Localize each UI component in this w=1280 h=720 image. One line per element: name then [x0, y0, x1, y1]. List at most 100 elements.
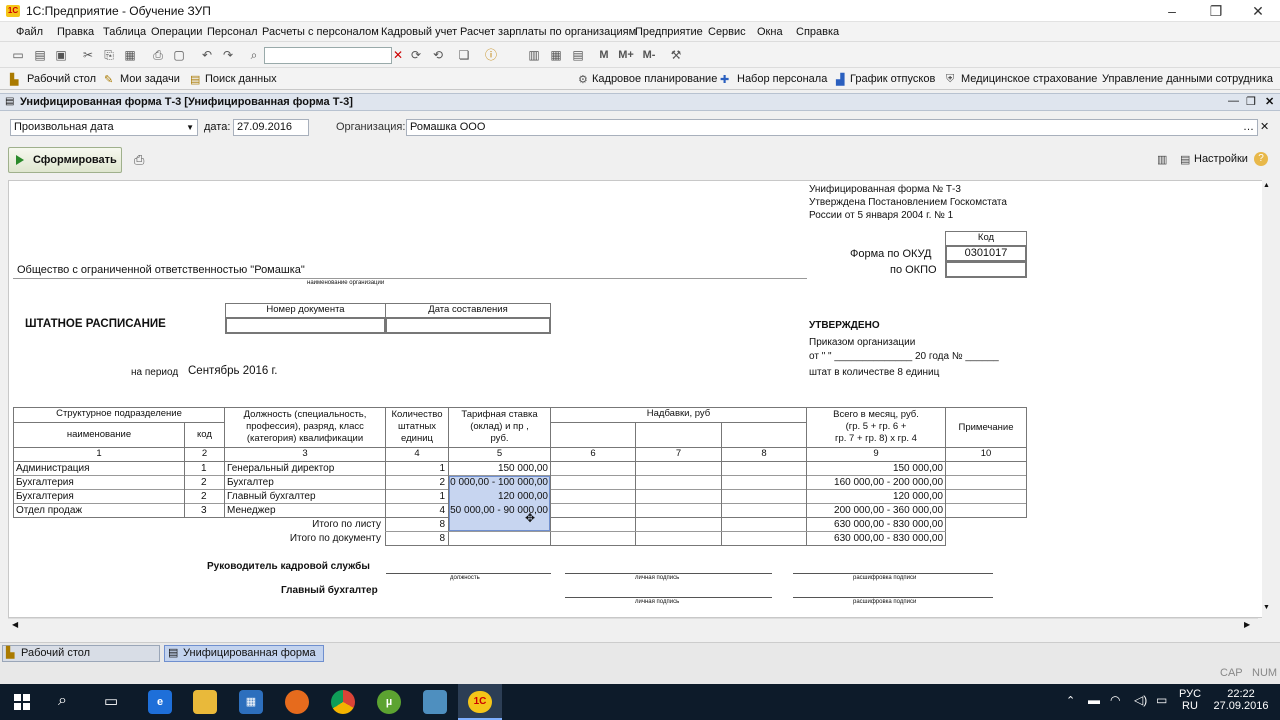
scroll-right-icon[interactable]: ▶ [1244, 620, 1250, 629]
memory-m-button[interactable]: М [596, 47, 612, 63]
clear-org-icon[interactable]: ✕ [1260, 120, 1269, 133]
menu-enterprise[interactable]: Предприятие [635, 26, 703, 38]
row2-rate: 0 000,00 - 100 000,00 [450, 477, 548, 488]
doc-restore-icon[interactable]: ❐ [1246, 95, 1256, 108]
org-value: Ромашка ООО [410, 121, 486, 133]
menu-personnel[interactable]: Персонал [207, 26, 258, 38]
horizontal-scrollbar[interactable]: ◀ ▶ [8, 618, 1258, 632]
windows-icon[interactable]: ❏ [456, 47, 472, 63]
help-icon[interactable]: ? [1254, 152, 1268, 166]
period-type-select[interactable]: Произвольная дата ▼ [10, 119, 198, 136]
insurance-button[interactable]: Медицинское страхование [961, 73, 1097, 85]
memory-plus-button[interactable]: М+ [616, 47, 636, 63]
menu-edit[interactable]: Правка [57, 26, 94, 38]
save-icon[interactable]: ▣ [53, 47, 69, 63]
menu-operations[interactable]: Операции [151, 26, 202, 38]
approved-label: УТВЕРЖДЕНО [809, 320, 880, 331]
paste-icon[interactable]: ▦ [122, 47, 138, 63]
generate-button[interactable]: Сформировать [8, 147, 122, 173]
menu-file[interactable]: Файл [16, 26, 43, 38]
print-settings-icon[interactable]: ⎙ [134, 152, 144, 168]
generate-button-label: Сформировать [33, 154, 117, 166]
doc-close-icon[interactable]: ✕ [1265, 95, 1274, 108]
redo-icon[interactable]: ↷ [220, 47, 236, 63]
language-indicator[interactable]: РУС RU [1176, 688, 1204, 712]
calc-icon[interactable]: ▦ [548, 47, 564, 63]
doc-number-value [225, 317, 386, 334]
menu-help[interactable]: Справка [796, 26, 839, 38]
clock[interactable]: 22:22 27.09.2016 [1210, 688, 1272, 712]
memory-minus-button[interactable]: М- [639, 47, 659, 63]
org-input[interactable]: Ромашка ООО … [406, 119, 1258, 136]
menu-salary-org[interactable]: Расчет зарплаты по организациям [460, 26, 636, 38]
tray-chevron-icon[interactable]: ⌃ [1066, 694, 1075, 707]
tab-form-t3[interactable]: ▤ Унифицированная форма Т... [164, 645, 324, 674]
notification-icon[interactable]: ▭ [1156, 693, 1167, 707]
chrome-icon[interactable] [331, 690, 355, 714]
doc-minimize-icon[interactable]: — [1228, 95, 1239, 107]
edge-icon[interactable]: e [148, 690, 172, 714]
employee-data-button[interactable]: Управление данными сотрудника [1102, 73, 1273, 85]
firefox-icon[interactable] [285, 690, 309, 714]
menu-hr[interactable]: Кадровый учет [381, 26, 457, 38]
vertical-scrollbar[interactable]: ▲ ▼ [1262, 180, 1272, 618]
staff-planning-button[interactable]: Кадровое планирование [592, 73, 717, 85]
open-icon[interactable]: ▤ [32, 47, 48, 63]
clear-search-icon[interactable]: ✕ [390, 47, 406, 63]
date-input[interactable]: 27.09.2016 [233, 119, 309, 136]
notes-icon[interactable] [423, 690, 447, 714]
search-next-icon[interactable]: ⟳ [408, 47, 424, 63]
store-icon[interactable]: ▦ [239, 690, 263, 714]
search-data-button[interactable]: Поиск данных [205, 73, 277, 85]
scroll-left-icon[interactable]: ◀ [12, 620, 18, 629]
copy-icon[interactable]: ⎘ [101, 47, 117, 63]
task-view-icon[interactable]: ▭ [104, 692, 118, 710]
tab-desktop[interactable]: ▙ Рабочий стол [2, 645, 160, 662]
org-name-caption: наименование организации [307, 280, 385, 286]
preview-icon[interactable]: ▢ [171, 47, 187, 63]
desktop-icon: ▙ [10, 74, 19, 86]
info-icon[interactable]: ⓘ [483, 47, 499, 63]
find-icon[interactable]: ⌕ [246, 47, 262, 63]
layout-icon[interactable]: ▥ [1157, 153, 1167, 166]
vacations-button[interactable]: График отпусков [850, 73, 935, 85]
total-doc-count: 8 [439, 533, 445, 544]
minimize-icon[interactable]: – [1160, 2, 1184, 20]
menu-table[interactable]: Таблица [103, 26, 146, 38]
tools-icon[interactable]: ⚒ [668, 47, 684, 63]
print-icon[interactable]: ⎙ [150, 47, 166, 63]
maximize-icon[interactable]: ❐ [1204, 2, 1228, 20]
desktop-button[interactable]: Рабочий стол [27, 73, 96, 85]
menu-payroll[interactable]: Расчеты с персоналом [262, 26, 379, 38]
menu-service[interactable]: Сервис [708, 26, 746, 38]
cut-icon[interactable]: ✂ [80, 47, 96, 63]
count-header-line1: Количество [391, 409, 443, 420]
new-icon[interactable]: ▭ [10, 47, 26, 63]
undo-icon[interactable]: ↶ [199, 47, 215, 63]
recruiting-button[interactable]: Набор персонала [737, 73, 827, 85]
battery-icon[interactable]: ▬ [1088, 693, 1100, 707]
search-icon[interactable]: ⌕ [58, 692, 67, 710]
tasks-button[interactable]: Мои задачи [120, 73, 180, 85]
calendar-icon[interactable]: ▥ [526, 47, 542, 63]
scroll-up-icon[interactable]: ▲ [1263, 182, 1270, 189]
utorrent-icon[interactable]: µ [377, 690, 401, 714]
taskbar-1c-active[interactable]: 1С [458, 684, 502, 720]
settings-button[interactable]: Настройки [1194, 153, 1248, 165]
taskbar-1c-icon: 1С [468, 691, 492, 713]
caption-signature-2: личная подпись [635, 599, 680, 605]
caption-decoding-1: расшифровка подписи [853, 575, 917, 581]
wifi-icon[interactable]: ◠ [1110, 693, 1120, 707]
toolbar-search-input[interactable] [264, 47, 392, 64]
volume-icon[interactable]: ◁) [1134, 693, 1147, 707]
menu-windows[interactable]: Окна [757, 26, 783, 38]
row1-count: 1 [439, 463, 445, 474]
close-icon[interactable]: ✕ [1246, 2, 1270, 20]
play-icon [16, 155, 24, 165]
windows-start-icon[interactable] [14, 694, 30, 710]
choose-icon[interactable]: … [1243, 120, 1254, 135]
search-prev-icon[interactable]: ⟲ [430, 47, 446, 63]
explorer-icon[interactable] [193, 690, 217, 714]
scroll-down-icon[interactable]: ▼ [1263, 604, 1270, 611]
table-icon[interactable]: ▤ [570, 47, 586, 63]
